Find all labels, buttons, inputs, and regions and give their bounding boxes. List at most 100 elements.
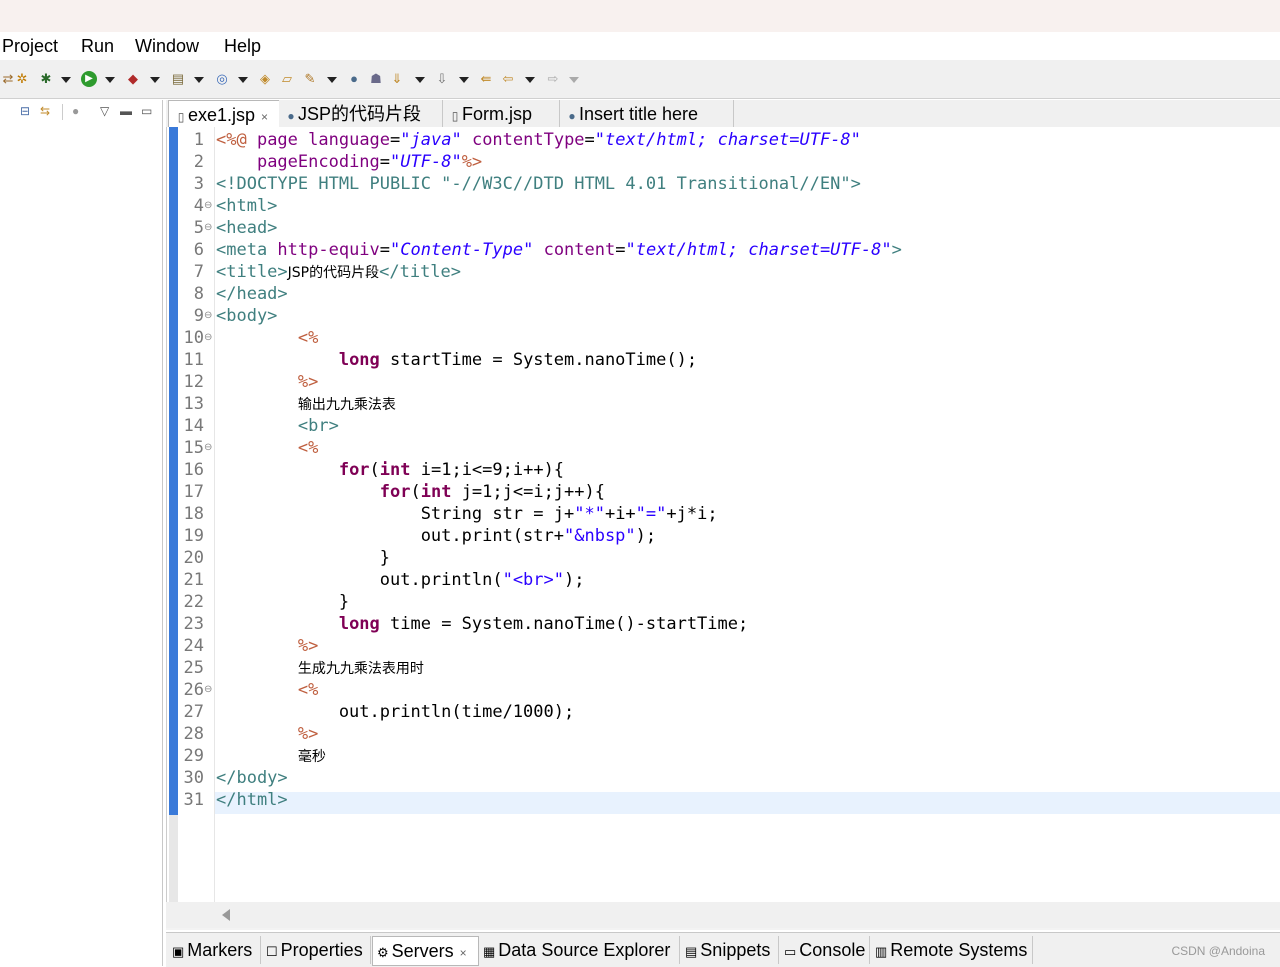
- bottom-tab-label: Data Source Explorer: [498, 940, 671, 960]
- line-number: 12: [183, 372, 204, 392]
- bottom-tab-label: Snippets: [700, 940, 771, 960]
- menu-help[interactable]: Help: [224, 36, 261, 57]
- new-server-icon[interactable]: ▤: [170, 71, 186, 87]
- chevron-down-icon[interactable]: [150, 77, 160, 83]
- code-line: for(int i=1;i<=9;i++){: [216, 459, 564, 481]
- close-icon[interactable]: ×: [261, 110, 268, 124]
- menu-run[interactable]: Run: [81, 36, 114, 57]
- last-edit-icon[interactable]: ⇚: [478, 71, 494, 87]
- fold-toggle-icon[interactable]: ⊖: [204, 217, 212, 239]
- fold-toggle-icon[interactable]: ⊖: [204, 305, 212, 327]
- code-token: %>: [297, 372, 319, 392]
- bottom-tab-data-source-explorer[interactable]: ▦ Data Source Explorer: [479, 936, 680, 964]
- bottom-tab-console[interactable]: ▭ Console: [780, 936, 870, 964]
- project-explorer-pane: ⊟ ⇆ ● ▽ ▬ ▭: [0, 100, 163, 966]
- annotation-icon[interactable]: ⇓: [389, 71, 405, 87]
- back-icon[interactable]: ⇦: [500, 71, 516, 87]
- bug-icon[interactable]: ✱: [38, 71, 54, 87]
- code-token: </body>: [216, 768, 288, 788]
- chevron-down-icon[interactable]: [105, 77, 115, 83]
- bottom-tab-snippets[interactable]: ▤ Snippets: [681, 936, 779, 964]
- open-type-icon[interactable]: ◈: [257, 71, 273, 87]
- coverage-icon[interactable]: ◆: [125, 71, 141, 87]
- open-folder-icon[interactable]: ▱: [279, 71, 295, 87]
- bottom-tab-properties[interactable]: ☐ Properties: [262, 936, 371, 964]
- code-token: String str = j+: [216, 504, 575, 524]
- tab-label: exe1.jsp: [188, 105, 256, 125]
- code-line: <head>: [216, 217, 277, 239]
- tab-insert-title-here[interactable]: ● Insert title here: [560, 100, 734, 127]
- maximize-icon[interactable]: ▭: [141, 104, 152, 118]
- code-editor[interactable]: 1 2 3 4 ⊖ 5 ⊖ 6 7 8 9 ⊖ 10 ⊖ 11 12 13 14 15 ⊖ 16 17 18 19 20 21 22…: [166, 127, 1280, 902]
- filter-icon[interactable]: ●: [72, 104, 79, 118]
- chevron-down-icon[interactable]: [415, 77, 425, 83]
- code-token: language: [308, 130, 391, 150]
- line-number: 10: [183, 328, 204, 348]
- chevron-down-icon[interactable]: [459, 77, 469, 83]
- menu-project[interactable]: Project: [2, 36, 58, 57]
- close-icon[interactable]: ×: [460, 946, 467, 960]
- web-browser-icon[interactable]: ◎: [214, 71, 230, 87]
- forward-icon[interactable]: ⇨: [545, 71, 561, 87]
- next-annotation-icon[interactable]: ⇩: [434, 71, 450, 87]
- link-editor-icon[interactable]: ⇆: [40, 104, 50, 118]
- view-menu-icon[interactable]: ▽: [100, 104, 109, 118]
- code-line: long time = System.nanoTime()-startTime;: [216, 613, 748, 635]
- menu-window[interactable]: Window: [135, 36, 199, 57]
- code-token: <meta: [216, 240, 278, 260]
- chevron-down-icon[interactable]: [525, 77, 535, 83]
- code-token: <%: [297, 680, 319, 700]
- chevron-down-icon[interactable]: [194, 77, 204, 83]
- code-token: long: [338, 614, 380, 634]
- bottom-tab-remote-systems[interactable]: ▥ Remote Systems: [871, 936, 1033, 964]
- code-token: out.println(: [216, 570, 503, 590]
- bottom-tab-servers[interactable]: ⚙ Servers ×: [372, 936, 479, 966]
- line-number: 13: [183, 394, 204, 414]
- line-number: 30: [183, 768, 204, 788]
- code-line: String str = j+"*"+i+"="+j*i;: [216, 503, 718, 525]
- chevron-down-icon[interactable]: [61, 77, 71, 83]
- fold-toggle-icon[interactable]: ⊖: [204, 437, 212, 459]
- debug-icon[interactable]: ✲: [14, 71, 30, 87]
- chevron-down-icon[interactable]: [327, 77, 337, 83]
- fold-toggle-icon[interactable]: ⊖: [204, 327, 212, 349]
- line-number: 4: [193, 196, 204, 216]
- code-line: <%: [216, 679, 318, 701]
- line-number: 22: [183, 592, 204, 612]
- horizontal-scrollbar[interactable]: [166, 902, 1280, 928]
- search-icon[interactable]: ✎: [302, 71, 318, 87]
- line-number: 6: [193, 240, 204, 260]
- run-icon[interactable]: ▶: [81, 71, 97, 87]
- code-line: for(int j=1;j<=i;j++){: [216, 481, 605, 503]
- line-number: 26: [183, 680, 204, 700]
- code-token: for: [338, 460, 370, 480]
- chevron-down-icon[interactable]: [238, 77, 248, 83]
- data-source-icon: ▦: [483, 944, 496, 959]
- collapse-all-icon[interactable]: ⊟: [20, 104, 30, 118]
- editor-tab-bar: ▯ exe1.jsp × ● JSP的代码片段 ▯ Form.jsp ● Insert t…: [166, 100, 1280, 128]
- code-token: 生成九九乘法表用时: [297, 661, 424, 677]
- tab-jsp-snippet[interactable]: ● JSP的代码片段: [279, 100, 443, 127]
- tab-form-jsp[interactable]: ▯ Form.jsp: [443, 100, 560, 127]
- code-token: =: [615, 240, 626, 260]
- fold-toggle-icon[interactable]: ⊖: [204, 195, 212, 217]
- bottom-tab-label: Markers: [187, 940, 253, 960]
- team-icon[interactable]: ☗: [368, 71, 384, 87]
- minimize-icon[interactable]: ▬: [120, 104, 132, 118]
- fold-toggle-icon[interactable]: ⊖: [204, 679, 212, 701]
- scroll-left-icon[interactable]: [222, 909, 230, 921]
- code-line: %>: [216, 371, 318, 393]
- tab-label: Form.jsp: [462, 104, 533, 124]
- main-toolbar: ⇄ ✲ ✱ ▶ ◆ ▤ ◎ ◈ ▱ ✎ ● ☗ ⇓ ⇩ ⇚ ⇦ ⇨: [0, 60, 1280, 99]
- globe-icon[interactable]: ●: [346, 71, 362, 87]
- code-line: 生成九九乘法表用时: [216, 657, 424, 679]
- tab-label: JSP的代码片段: [298, 104, 422, 124]
- tab-exe1-jsp[interactable]: ▯ exe1.jsp ×: [168, 100, 280, 128]
- bottom-tab-markers[interactable]: ▣ Markers: [168, 936, 261, 964]
